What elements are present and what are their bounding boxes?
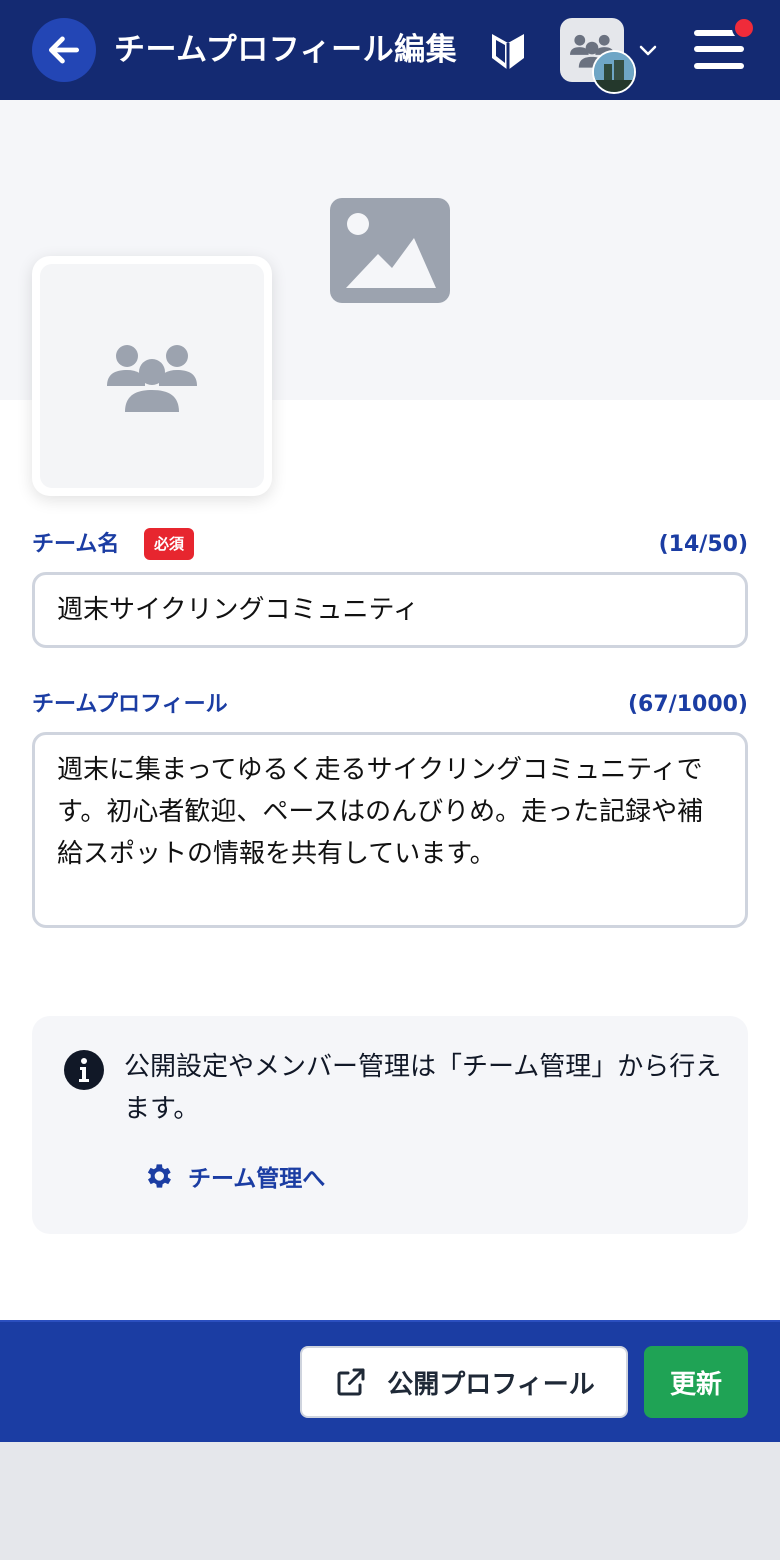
team-image-placeholder (40, 264, 264, 488)
external-link-icon (337, 1368, 365, 1396)
footer-bar: 公開プロフィール 更新 (0, 1320, 780, 1442)
team-name-input[interactable]: 週末サイクリングコミュニティ (32, 572, 748, 648)
notification-dot (732, 16, 756, 40)
team-name-label: チーム名 (32, 532, 120, 557)
beginner-mark-icon[interactable] (490, 30, 526, 72)
team-image-upload[interactable] (32, 256, 272, 496)
update-button[interactable]: 更新 (644, 1346, 748, 1418)
team-profile-label: チームプロフィール (32, 692, 228, 717)
team-profile-label-row: チームプロフィール (67/1000) (32, 688, 748, 722)
info-text: 公開設定やメンバー管理は「チーム管理」から行えます。 (124, 1052, 722, 1124)
back-button[interactable] (32, 18, 96, 82)
public-profile-button[interactable]: 公開プロフィール (300, 1346, 628, 1418)
team-management-link-label: チーム管理へ (188, 1166, 326, 1192)
users-icon (107, 345, 197, 412)
menu-button[interactable] (694, 16, 756, 72)
page: チームプロフィール編集 チーム名 必須 (14/50) 週末サイクリングコミュニ… (0, 0, 780, 1442)
team-name-label-row: チーム名 必須 (14/50) (32, 528, 748, 562)
team-profile-counter: (67/1000) (628, 692, 748, 717)
public-profile-label: 公開プロフィール (387, 1369, 595, 1400)
user-avatar (592, 50, 636, 94)
team-switcher[interactable] (560, 18, 670, 94)
required-badge: 必須 (144, 528, 195, 560)
team-management-link[interactable]: チーム管理へ (142, 1156, 325, 1196)
gear-icon (147, 1164, 171, 1188)
info-box: 公開設定やメンバー管理は「チーム管理」から行えます。 チーム管理へ (32, 1016, 748, 1234)
page-title: チームプロフィール編集 (114, 32, 458, 68)
app-header: チームプロフィール編集 (0, 0, 780, 100)
team-profile-textarea[interactable]: 週末に集まってゆるく走るサイクリングコミュニティです。初心者歓迎、ペースはのんび… (32, 732, 748, 928)
arrow-left-icon (48, 36, 80, 64)
image-icon (330, 198, 450, 303)
team-name-counter: (14/50) (658, 532, 748, 557)
chevron-down-icon (639, 45, 657, 56)
info-icon (64, 1050, 104, 1090)
